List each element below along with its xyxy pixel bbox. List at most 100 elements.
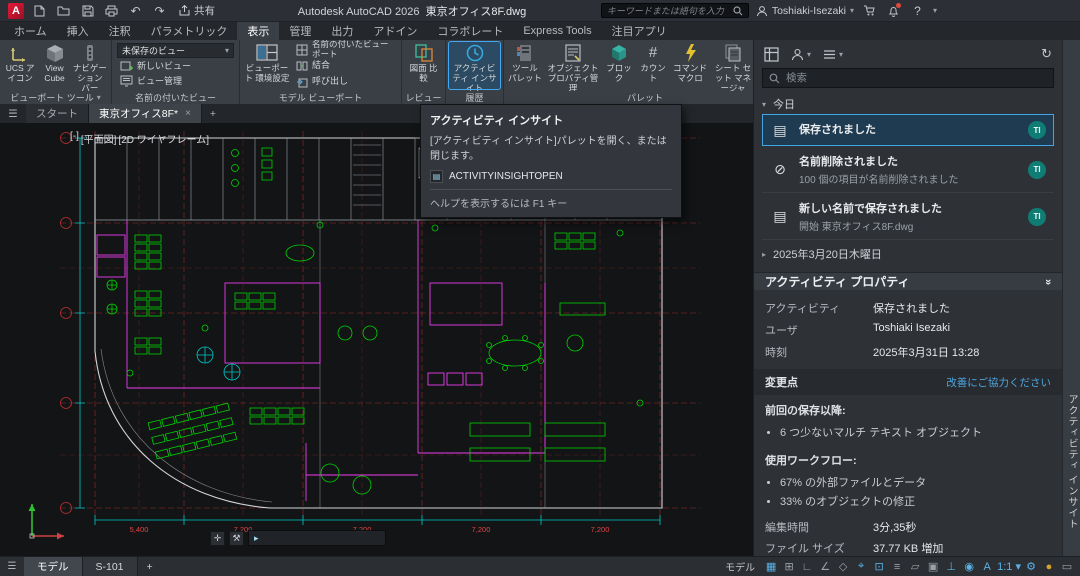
share-button[interactable]: 共有	[175, 3, 219, 18]
help-menu-chevron-icon[interactable]: ▾	[933, 6, 937, 15]
filter-menu-button[interactable]: ▾	[823, 49, 843, 60]
user-filter-button[interactable]: ▾	[791, 48, 811, 61]
panel-label-review[interactable]: レビュー	[402, 91, 445, 104]
tab-model[interactable]: モデル	[24, 557, 83, 576]
restore-viewport-button[interactable]: 呼び出し	[293, 74, 398, 89]
tab-start[interactable]: スタート	[26, 104, 89, 123]
viewport-control[interactable]: [平面図]	[81, 131, 117, 146]
ribbon-tab[interactable]: 出力	[321, 22, 363, 40]
annotation-visibility-icon[interactable]: ◉	[960, 560, 978, 573]
blocks-palette-button[interactable]: ブロック	[603, 42, 635, 89]
help-icon[interactable]: ?	[909, 3, 926, 18]
navigation-bar-button[interactable]: ナビゲーション バー	[72, 42, 108, 89]
panel-label-model-viewports[interactable]: モデル ビューポート	[240, 91, 401, 104]
annotation-monitor-icon[interactable]: ●	[1040, 561, 1058, 573]
file-tab-menu-icon[interactable]: ☰	[0, 104, 26, 123]
new-tab-button[interactable]: +	[202, 104, 224, 123]
close-icon[interactable]: ×	[185, 108, 191, 119]
refresh-icon[interactable]: ↻	[1041, 46, 1052, 62]
viewport-control[interactable]: [-]	[70, 131, 79, 146]
ribbon-tab[interactable]: 注釈	[99, 22, 141, 40]
new-file-icon[interactable]	[31, 3, 48, 18]
ribbon-tab[interactable]: ホーム	[4, 22, 57, 40]
customization-wrench-icon[interactable]: ✛	[210, 531, 225, 546]
ucs-icon-button[interactable]: UCS アイコン	[3, 42, 37, 89]
chevron-double-icon: »	[1042, 278, 1054, 284]
account-menu[interactable]: Toshiaki-Isezaki ▾	[756, 5, 854, 17]
command-macros-button[interactable]: コマンド マクロ	[671, 42, 709, 89]
command-input-box[interactable]: ▸	[248, 530, 386, 546]
workspace-gear-icon[interactable]: ⚙	[1022, 560, 1040, 573]
polar-tracking-icon[interactable]: ∠	[816, 560, 834, 573]
search-input[interactable]	[607, 6, 729, 16]
view-manager-button[interactable]: ビュー管理	[117, 74, 234, 88]
count-palette-button[interactable]: # カウント	[637, 42, 669, 89]
lineweight-icon[interactable]: ≡	[888, 561, 906, 573]
timeline-item[interactable]: ▤ 保存されました TI	[762, 114, 1054, 146]
panel-label-history[interactable]: 履歴	[446, 91, 503, 104]
save-icon[interactable]	[79, 3, 96, 18]
autocad-logo[interactable]: A	[8, 3, 24, 19]
ribbon-tab[interactable]: Express Tools	[513, 22, 601, 40]
annotation-scale-control[interactable]: 1:1 ▾	[996, 560, 1022, 573]
redo-icon[interactable]: ↷	[151, 3, 168, 18]
ribbon-tab[interactable]: 表示	[237, 22, 279, 40]
notifications-bell-icon[interactable]	[885, 3, 902, 18]
viewport-control[interactable]: [2D ワイヤフレーム]	[118, 131, 209, 146]
add-layout-button[interactable]: +	[138, 557, 162, 576]
timeline-item[interactable]: ▤ 新しい名前で保存されました 開始 東京オフィス8F.dwg TI	[762, 193, 1054, 240]
undo-icon[interactable]: ↶	[127, 3, 144, 18]
timeline-item[interactable]: ⊘ 名前削除されました 100 個の項目が名前削除されました TI	[762, 146, 1054, 193]
ribbon-tab[interactable]: コラボレート	[427, 22, 513, 40]
feedback-link[interactable]: 改善にご協力ください	[946, 375, 1051, 390]
tool-palettes-button[interactable]: ツール パレット	[507, 42, 543, 89]
named-viewports-button[interactable]: 名前の付いたビューポート	[293, 42, 398, 57]
join-viewports-button[interactable]: 結合	[293, 58, 398, 73]
tab-layout-s101[interactable]: S-101	[83, 557, 138, 576]
ortho-icon[interactable]: ∟	[798, 561, 816, 573]
drawing-compare-button[interactable]: 図面 比較	[405, 42, 442, 89]
search-icon[interactable]	[733, 6, 743, 16]
panel-label-palettes[interactable]: パレット	[504, 91, 753, 104]
command-input[interactable]	[263, 533, 380, 544]
palette-search-input[interactable]	[786, 72, 1047, 84]
tab-document[interactable]: 東京オフィス8F* ×	[89, 104, 202, 123]
dynamic-ucs-icon[interactable]: ⊥	[942, 560, 960, 573]
grid-icon[interactable]: ▦	[762, 560, 780, 573]
snap-mode-icon[interactable]: ⊞	[780, 560, 798, 573]
activity-insight-icon	[465, 43, 485, 63]
osnap-tracking-icon[interactable]: ⌖	[852, 560, 870, 573]
ribbon-tab[interactable]: 注目アプリ	[602, 22, 677, 40]
panel-label-named-views[interactable]: 名前の付いたビュー	[112, 91, 239, 104]
activity-grid-icon[interactable]	[764, 47, 779, 62]
named-view-combo[interactable]: 未保存のビュー▾	[117, 43, 234, 58]
properties-palette-button[interactable]: オブジェクト プロパティ管理	[545, 42, 601, 89]
activity-properties-header[interactable]: アクティビティ プロパティ »	[754, 273, 1062, 290]
plot-icon[interactable]	[103, 3, 120, 18]
object-snap-icon[interactable]: ⊡	[870, 560, 888, 573]
autoscale-icon[interactable]: A	[978, 561, 996, 573]
model-space-indicator[interactable]: モデル	[725, 559, 755, 574]
layout-menu-icon[interactable]: ☰	[0, 561, 24, 572]
transparency-icon[interactable]: ▱	[906, 560, 924, 573]
ribbon-tab[interactable]: 挿入	[57, 22, 99, 40]
sheet-set-manager-button[interactable]: シート セット マネージャ	[711, 42, 753, 89]
palette-side-tab[interactable]: アクティビティ インサイト	[1062, 40, 1080, 556]
view-cube-button[interactable]: View Cube	[39, 42, 70, 89]
isodraft-icon[interactable]: ◇	[834, 560, 852, 573]
clean-screen-icon[interactable]: ▭	[1058, 560, 1076, 573]
timeline-section-today[interactable]: ▾ 今日	[762, 94, 1054, 114]
ribbon-tab[interactable]: パラメトリック	[141, 22, 238, 40]
ribbon-tab[interactable]: アドイン	[363, 22, 427, 40]
selection-cycling-icon[interactable]: ▣	[924, 560, 942, 573]
timeline-group-date[interactable]: ▸ 2025年3月20日木曜日	[762, 244, 1054, 264]
command-search-icon[interactable]: ⚒	[229, 531, 244, 546]
app-store-icon[interactable]	[861, 3, 878, 18]
open-folder-icon[interactable]	[55, 3, 72, 18]
ribbon-tab[interactable]: 管理	[279, 22, 321, 40]
activity-insight-button[interactable]: アクティビティ インサイト	[449, 42, 500, 89]
changes-header: 変更点 改善にご協力ください	[754, 369, 1062, 395]
panel-label-viewport-tools[interactable]: ビューポート ツール▾	[0, 91, 111, 104]
new-view-button[interactable]: 新しいビュー	[117, 59, 234, 73]
viewport-configuration-button[interactable]: ビューポート 環境設定	[243, 42, 291, 89]
